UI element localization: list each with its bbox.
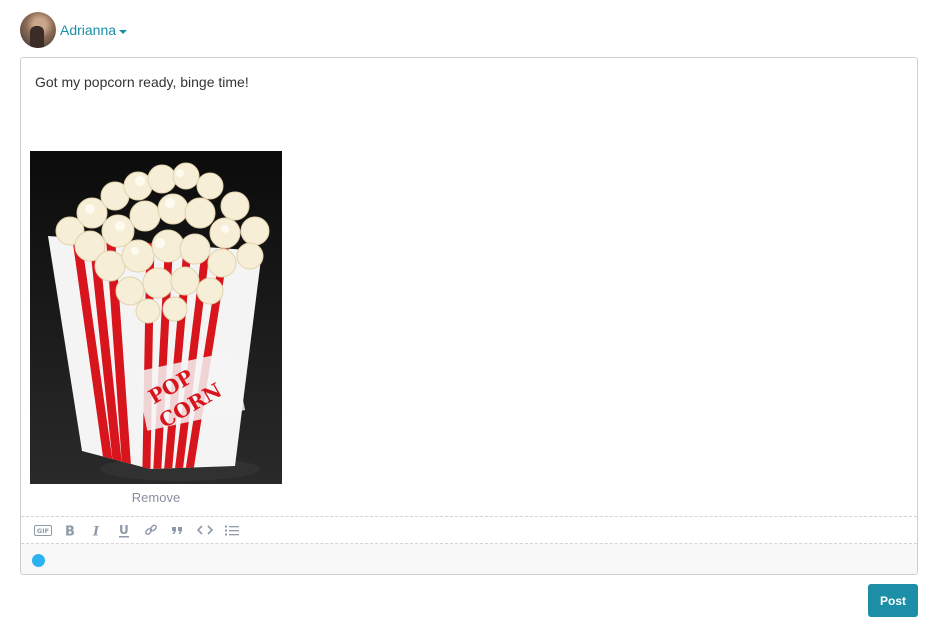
- post-editor[interactable]: Got my popcorn ready, binge time! POP CO…: [20, 57, 918, 575]
- avatar: [20, 12, 56, 48]
- attachment-image: POP CORN: [30, 151, 282, 484]
- svg-text:U: U: [119, 523, 129, 537]
- svg-text:B: B: [65, 524, 75, 537]
- user-selector[interactable]: Adrianna: [20, 12, 128, 48]
- message-text[interactable]: Got my popcorn ready, binge time!: [35, 74, 249, 90]
- code-icon[interactable]: [191, 519, 218, 541]
- italic-icon[interactable]: I: [83, 519, 110, 541]
- status-indicator: [32, 554, 45, 567]
- svg-text:I: I: [92, 524, 100, 537]
- bold-icon[interactable]: B: [56, 519, 83, 541]
- svg-text:GIF: GIF: [36, 527, 48, 535]
- editor-footer: [21, 544, 917, 574]
- remove-attachment-link[interactable]: Remove: [30, 490, 282, 505]
- formatting-toolbar: GIF B I U: [21, 516, 917, 544]
- gif-icon[interactable]: GIF: [29, 519, 56, 541]
- post-button[interactable]: Post: [868, 584, 918, 617]
- caret-down-icon: [119, 29, 128, 34]
- quote-icon[interactable]: [164, 519, 191, 541]
- list-icon[interactable]: [218, 519, 245, 541]
- username-dropdown[interactable]: Adrianna: [60, 22, 128, 38]
- underline-icon[interactable]: U: [110, 519, 137, 541]
- image-attachment: POP CORN Remove: [30, 151, 282, 505]
- link-icon[interactable]: [137, 519, 164, 541]
- username-label: Adrianna: [60, 22, 117, 38]
